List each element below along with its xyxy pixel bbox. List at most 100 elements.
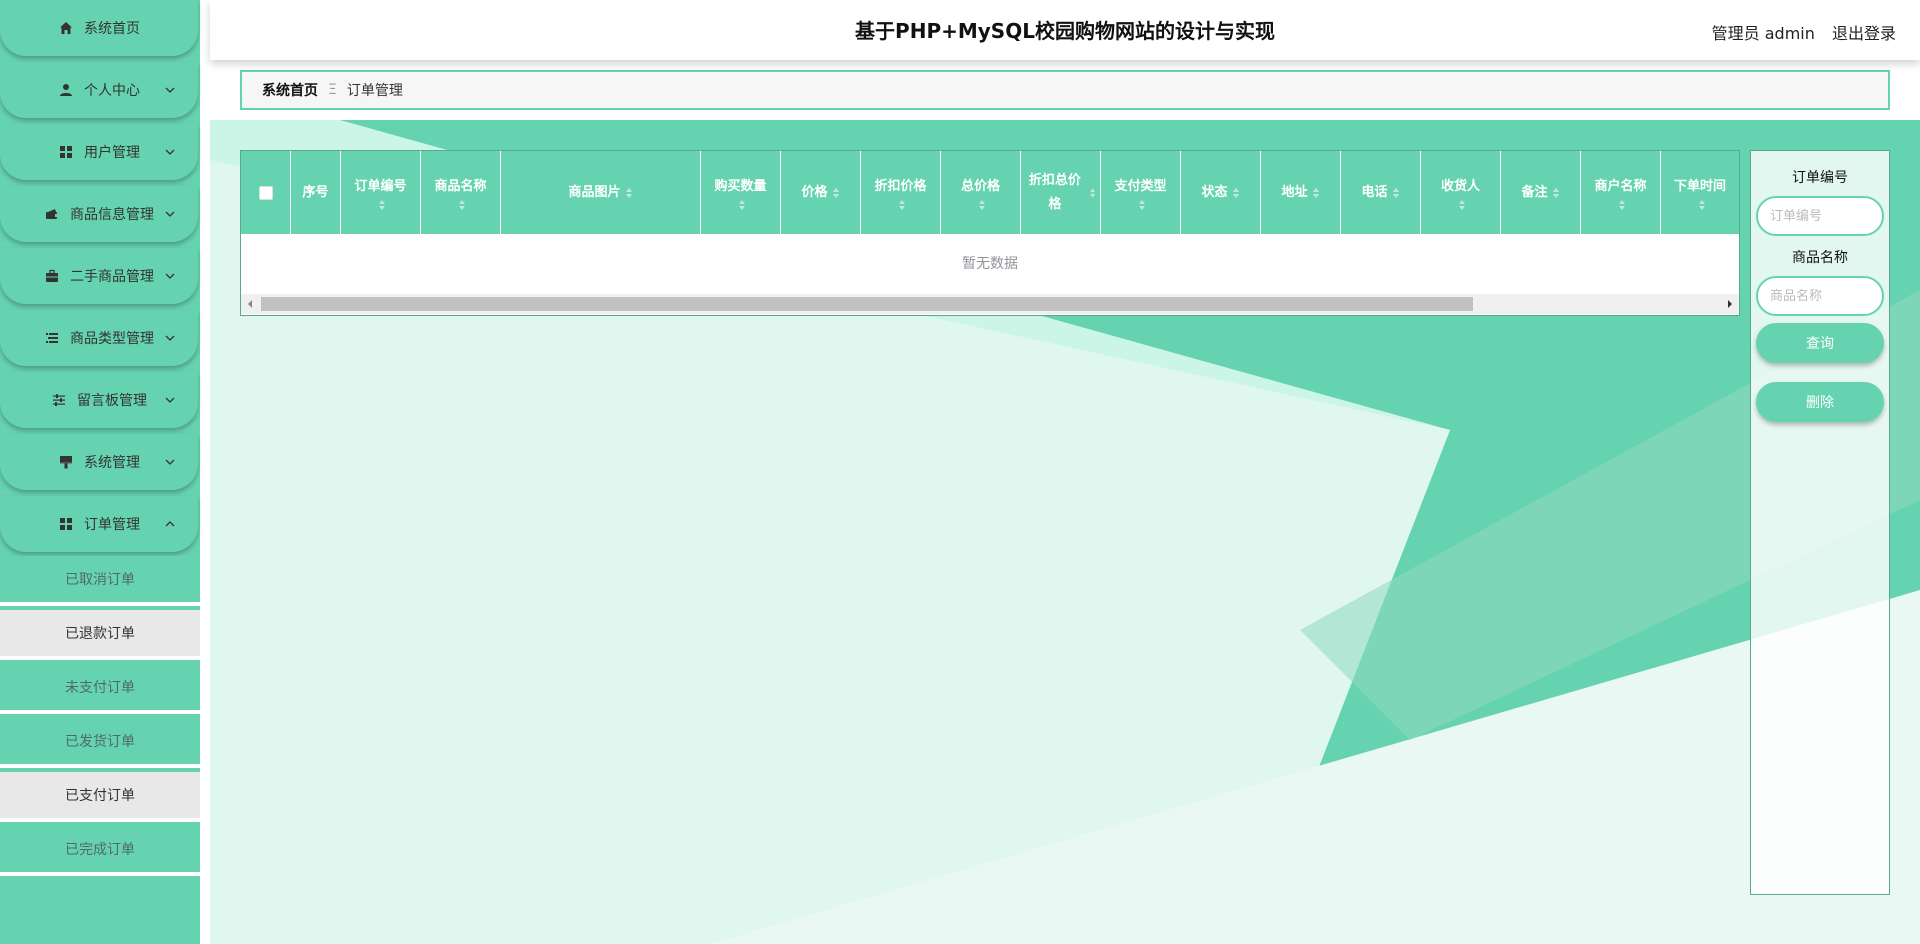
column-header[interactable]: 折扣总价格 xyxy=(1021,151,1101,234)
sort-icon[interactable] xyxy=(1392,187,1400,199)
order-number-input[interactable] xyxy=(1756,196,1884,236)
sidebar-item-categories[interactable]: 商品类型管理 xyxy=(0,310,198,366)
sort-icon[interactable] xyxy=(738,199,746,211)
column-header[interactable]: 下单时间 xyxy=(1661,151,1739,234)
column-header-label: 购买数量 xyxy=(714,178,767,194)
breadcrumb-home[interactable]: 系统首页 xyxy=(262,80,318,100)
select-all-checkbox-cell[interactable] xyxy=(241,151,291,234)
chevron-down-icon xyxy=(165,87,175,93)
column-header-label: 总价格 xyxy=(960,178,1000,194)
sidebar-item-label: 商品信息管理 xyxy=(70,207,154,223)
submenu-paid-orders[interactable]: 已支付订单 xyxy=(0,772,200,822)
column-header[interactable]: 商品名称 xyxy=(421,151,501,234)
sidebar-item-profile[interactable]: 个人中心 xyxy=(0,62,198,118)
column-header[interactable]: 商户名称 xyxy=(1581,151,1661,234)
empty-table-message: 暂无数据 xyxy=(962,256,1018,272)
sidebar-item-messages[interactable]: 留言板管理 xyxy=(0,372,198,428)
submenu-cancelled-orders[interactable]: 已取消订单 xyxy=(0,556,200,606)
sort-icon[interactable] xyxy=(1138,199,1146,211)
column-header[interactable]: 序号 xyxy=(291,151,341,234)
scroll-right-icon[interactable] xyxy=(1725,299,1735,309)
product-name-label: 商品名称 xyxy=(1792,250,1848,266)
sidebar-item-home[interactable]: 系统首页 xyxy=(0,0,198,56)
delete-button[interactable]: 删除 xyxy=(1756,382,1884,422)
grid-icon xyxy=(58,516,74,532)
column-header[interactable]: 地址 xyxy=(1261,151,1341,234)
sort-icon[interactable] xyxy=(1089,187,1096,199)
column-header[interactable]: 状态 xyxy=(1181,151,1261,234)
sidebar-item-label: 系统管理 xyxy=(84,455,140,471)
sidebar-item-orders[interactable]: 订单管理 xyxy=(0,496,198,552)
sidebar-item-label: 商品类型管理 xyxy=(70,331,154,347)
sort-icon[interactable] xyxy=(1232,187,1240,199)
briefcase-icon xyxy=(44,268,60,284)
sort-icon[interactable] xyxy=(1618,199,1626,211)
column-header-label: 商户名称 xyxy=(1594,178,1647,194)
column-header[interactable]: 购买数量 xyxy=(701,151,781,234)
logout-button[interactable]: 退出登录 xyxy=(1832,24,1896,43)
chevron-down-icon xyxy=(165,335,175,341)
chevron-down-icon xyxy=(165,211,175,217)
column-header-label: 地址 xyxy=(1281,184,1308,200)
sidebar-item-products[interactable]: 商品信息管理 xyxy=(0,186,198,242)
sort-icon[interactable] xyxy=(1698,199,1706,211)
horizontal-scrollbar[interactable] xyxy=(241,294,1739,314)
column-header[interactable]: 备注 xyxy=(1501,151,1581,234)
column-header-label: 收货人 xyxy=(1440,178,1480,194)
table-header: 序号 订单编号 商品名称 商品图片 购买数量 价格 折扣价格 总价格 折扣总价格… xyxy=(241,151,1739,234)
sidebar-item-secondhand[interactable]: 二手商品管理 xyxy=(0,248,198,304)
column-header-label: 支付类型 xyxy=(1114,178,1167,194)
column-header-label: 商品图片 xyxy=(568,184,621,200)
column-header[interactable]: 总价格 xyxy=(941,151,1021,234)
column-header[interactable]: 折扣价格 xyxy=(861,151,941,234)
scroll-left-icon[interactable] xyxy=(245,299,255,309)
main-content xyxy=(210,0,1920,944)
sort-icon[interactable] xyxy=(978,199,986,211)
chevron-down-icon xyxy=(165,397,175,403)
sort-icon[interactable] xyxy=(1552,187,1560,199)
breadcrumb-separator: Ξ xyxy=(328,82,337,98)
page-title: 基于PHP+MySQL校园购物网站的设计与实现 xyxy=(855,19,1275,43)
scrollbar-thumb[interactable] xyxy=(261,297,1473,311)
sidebar-item-system[interactable]: 系统管理 xyxy=(0,434,198,490)
breadcrumb: 系统首页 Ξ 订单管理 xyxy=(240,70,1890,110)
column-header[interactable]: 商品图片 xyxy=(501,151,701,234)
sort-icon[interactable] xyxy=(458,199,466,211)
sort-icon[interactable] xyxy=(898,199,906,211)
sort-icon[interactable] xyxy=(1458,199,1466,211)
query-button[interactable]: 查询 xyxy=(1756,323,1884,363)
sidebar-item-label: 用户管理 xyxy=(84,145,140,161)
sort-icon[interactable] xyxy=(378,199,386,211)
wallet-icon xyxy=(44,206,60,222)
submenu-completed-orders[interactable]: 已完成订单 xyxy=(0,826,200,876)
submenu-shipped-orders[interactable]: 已发货订单 xyxy=(0,718,200,768)
product-name-input[interactable] xyxy=(1756,276,1884,316)
list-icon xyxy=(44,330,60,346)
brush-icon xyxy=(58,454,74,470)
sliders-icon xyxy=(51,392,67,408)
top-header: 基于PHP+MySQL校园购物网站的设计与实现 管理员 admin 退出登录 xyxy=(210,0,1920,60)
user-area: 管理员 admin 退出登录 xyxy=(1712,20,1896,44)
chevron-down-icon xyxy=(165,459,175,465)
column-header[interactable]: 价格 xyxy=(781,151,861,234)
column-header-label: 电话 xyxy=(1361,184,1388,200)
chevron-down-icon xyxy=(165,149,175,155)
column-header-label: 折扣总价格 xyxy=(1028,172,1081,212)
column-header[interactable]: 电话 xyxy=(1341,151,1421,234)
sidebar-item-label: 个人中心 xyxy=(84,83,140,99)
column-header-label: 下单时间 xyxy=(1673,178,1726,194)
sidebar-item-label: 系统首页 xyxy=(84,21,140,37)
select-all-checkbox[interactable] xyxy=(258,185,273,200)
column-header[interactable]: 订单编号 xyxy=(341,151,421,234)
column-header[interactable]: 支付类型 xyxy=(1101,151,1181,234)
grid-icon xyxy=(58,144,74,160)
sort-icon[interactable] xyxy=(1312,187,1320,199)
sort-icon[interactable] xyxy=(625,187,633,199)
sidebar-item-users[interactable]: 用户管理 xyxy=(0,124,198,180)
sort-icon[interactable] xyxy=(832,187,840,199)
submenu-unpaid-orders[interactable]: 未支付订单 xyxy=(0,664,200,714)
column-header[interactable]: 收货人 xyxy=(1421,151,1501,234)
submenu-refunded-orders[interactable]: 已退款订单 xyxy=(0,610,200,660)
column-header-label: 状态 xyxy=(1201,184,1228,200)
chevron-up-icon xyxy=(165,521,175,527)
